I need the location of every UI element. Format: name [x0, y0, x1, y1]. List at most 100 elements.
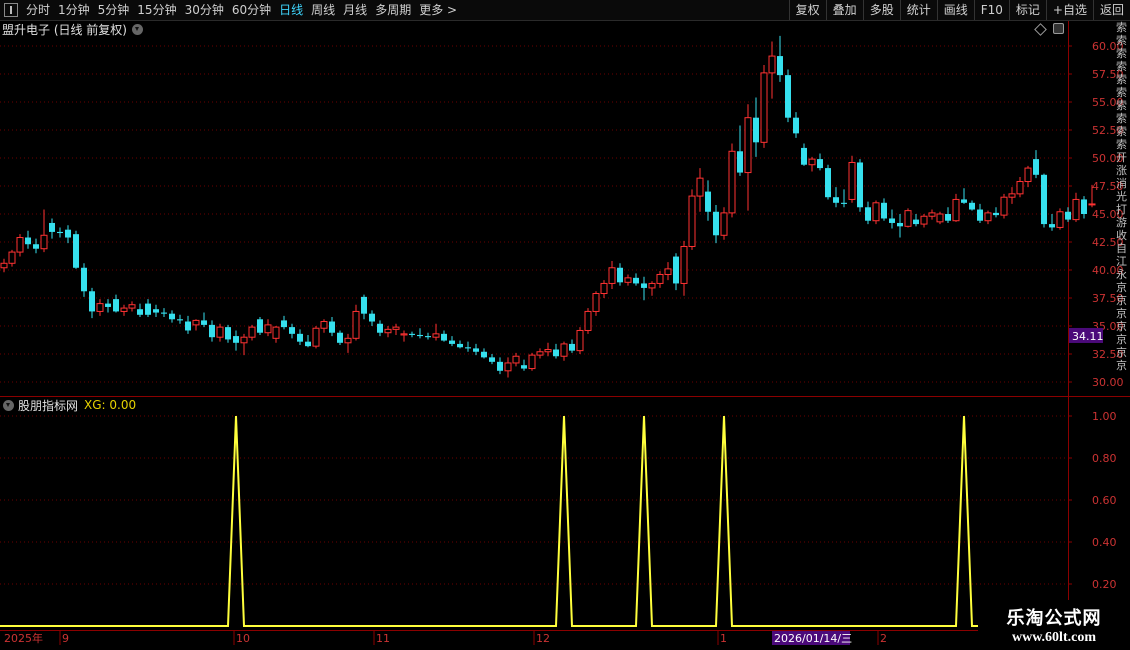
right-strip-text: 索索索索索索索索索索开涨消光打游收自江永京京京京京京京 [1116, 21, 1127, 372]
candle-body-down [153, 309, 159, 313]
candle-body-up [264, 324, 272, 334]
candle-body-down [137, 309, 143, 315]
time-label: 2025年 [4, 631, 43, 645]
candle-body-up [504, 362, 512, 372]
candle-body-up [872, 202, 880, 222]
candle-body-up [728, 150, 736, 214]
candle-body-up [600, 282, 608, 295]
candle-body-down [825, 168, 831, 198]
candle-body-down [57, 231, 63, 234]
candle-body-up [648, 282, 656, 289]
candle-body-down [369, 313, 375, 322]
candle-body-down [73, 234, 79, 268]
candle-body-up [392, 326, 400, 330]
candle-body-down [785, 75, 791, 118]
candle-body-down [185, 321, 191, 331]
candle-body-down [329, 321, 335, 333]
candle-body-up [560, 343, 568, 357]
candle-body-up [808, 158, 816, 166]
candle-body-down [489, 357, 495, 362]
candle-body-down [33, 244, 39, 249]
candle-body-down [201, 320, 207, 325]
candle-body-up [936, 213, 944, 223]
candle-body-down [881, 202, 887, 219]
right-info-strip: 索索索索索索索索索索开涨消光打游收自江永京京京京京京京 [1116, 21, 1130, 631]
candle-body-down [105, 303, 111, 307]
candle-body-down [449, 340, 455, 344]
candle-body-down [225, 327, 231, 340]
candle-body-up [1024, 167, 1032, 183]
candle-body-up [1008, 193, 1016, 198]
candle-body-up [216, 326, 224, 338]
candle-body-up [384, 328, 392, 334]
candle-body-down [305, 341, 311, 347]
candle-body-down [361, 296, 367, 314]
candle-body-up [608, 267, 616, 284]
chevron-down-icon[interactable] [3, 399, 14, 411]
watermark-url: www.60lt.com [1012, 630, 1096, 645]
candle-body-down [1065, 211, 1071, 220]
cursor-date-label: 2026/01/14/三 [774, 632, 852, 645]
candle-body-down [617, 267, 623, 283]
candle-body-up [0, 262, 8, 269]
candle-body-up [40, 234, 48, 250]
candle-body-up [432, 333, 440, 338]
candle-body-up [400, 333, 408, 336]
candle-body-down [705, 191, 711, 212]
candle-body-down [777, 56, 783, 76]
candle-body-down [481, 351, 487, 358]
candle-body-up [624, 277, 632, 283]
indicator-tick-label: 0.40 [1092, 536, 1117, 549]
candle-body-down [1049, 224, 1055, 228]
candle-body-down [633, 277, 639, 284]
candle-body-up [320, 321, 328, 329]
candle-body-down [1033, 159, 1039, 175]
indicator-tick-label: 0.60 [1092, 494, 1117, 507]
candle-body-up [920, 215, 928, 225]
chart-canvas[interactable]: 60.0057.5055.0052.5050.0047.5045.0042.50… [0, 0, 1130, 650]
candle-body-up [656, 273, 664, 284]
candle-body-down [473, 348, 479, 352]
candle-body-down [289, 327, 295, 334]
candle-body-down [961, 199, 967, 203]
candle-body-down [169, 313, 175, 320]
candle-body-up [536, 351, 544, 356]
candle-body-down [1081, 199, 1087, 214]
candle-body-down [969, 202, 975, 210]
candle-body-down [913, 219, 919, 225]
candle-body-down [417, 334, 423, 337]
candle-body-down [257, 319, 263, 333]
candle-body-down [641, 283, 647, 288]
watermark: 乐淘公式网 www.60lt.com [978, 600, 1130, 650]
candle-body-up [16, 237, 24, 253]
candle-body-down [145, 303, 151, 315]
candle-body-up [720, 212, 728, 236]
candle-body-up [128, 304, 136, 309]
candle-body-up [984, 212, 992, 222]
candle-body-down [457, 343, 463, 348]
candle-body-down [161, 312, 167, 314]
candle-body-down [465, 347, 471, 349]
candle-body-down [857, 162, 863, 208]
candle-body-down [889, 218, 895, 223]
candle-body-down [673, 256, 679, 284]
candle-body-up [848, 161, 856, 200]
candle-body-up [192, 319, 200, 326]
candle-body-down [425, 336, 431, 338]
candle-body-down [233, 336, 239, 343]
xg-line [0, 415, 1092, 627]
candle-body-down [49, 222, 55, 232]
candle-body-down [801, 147, 807, 165]
candle-body-up [344, 337, 352, 344]
candle-body-down [65, 229, 71, 238]
indicator-tick-label: 1.00 [1092, 410, 1117, 423]
candle-body-down [113, 299, 119, 312]
indicator-value: XG: 0.00 [84, 398, 137, 412]
candle-body-up [120, 307, 128, 312]
candle-body-down [713, 211, 719, 236]
candle-body-down [81, 267, 87, 292]
candle-body-down [209, 324, 215, 338]
candle-body-up [96, 303, 104, 312]
candle-body-down [89, 291, 95, 312]
candle-body-up [1056, 211, 1064, 228]
